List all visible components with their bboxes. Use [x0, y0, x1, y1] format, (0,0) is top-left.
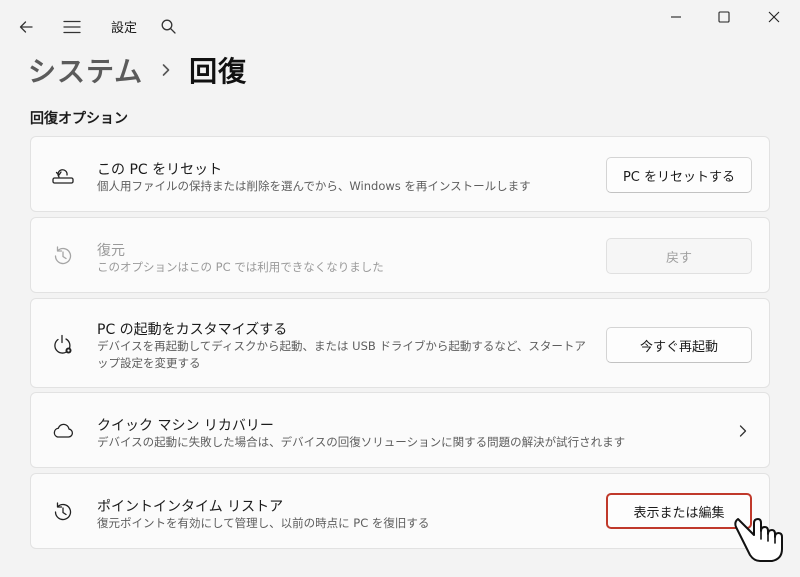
card-description: デバイスを再起動してディスクから起動、または USB ドライブから起動するなど、… — [97, 339, 586, 370]
card-title: 復元 — [97, 243, 125, 259]
card-advanced-startup: PC の起動をカスタマイズする デバイスを再起動してディスクから起動、または U… — [30, 298, 770, 388]
hand-pointer-icon — [730, 505, 790, 565]
card-point-in-time-restore: ポイントインタイム リストア 復元ポイントを有効にして管理し、以前の時点に PC… — [30, 473, 770, 549]
card-title: この PC をリセット — [97, 162, 223, 178]
hamburger-menu-icon[interactable] — [58, 13, 86, 41]
chevron-right-icon[interactable] — [731, 419, 755, 443]
card-description: 個人用ファイルの保持または削除を選んでから、Windows を再インストールしま… — [97, 179, 531, 193]
page-title: 回復 — [189, 55, 248, 88]
card-quick-machine-recovery[interactable]: クイック マシン リカバリー デバイスの起動に失敗した場合は、デバイスの回復ソリ… — [30, 392, 770, 468]
revert-button: 戻す — [606, 238, 752, 274]
power-gear-icon — [49, 331, 77, 359]
minimize-icon[interactable] — [656, 2, 696, 32]
restart-now-button[interactable]: 今すぐ再起動 — [606, 327, 752, 363]
back-arrow-icon[interactable] — [12, 13, 40, 41]
card-description: このオプションはこの PC では利用できなくなりました — [97, 260, 384, 274]
close-icon[interactable] — [754, 2, 794, 32]
card-restore: 復元 このオプションはこの PC では利用できなくなりました 戻す — [30, 217, 770, 293]
card-description: 復元ポイントを有効にして管理し、以前の時点に PC を復旧する — [97, 516, 430, 530]
app-title: 設定 — [111, 21, 138, 36]
card-title: ポイントインタイム リストア — [97, 499, 284, 515]
search-icon[interactable] — [155, 13, 181, 39]
chevron-right-icon — [143, 63, 189, 77]
reset-pc-icon — [49, 161, 77, 189]
card-title: クイック マシン リカバリー — [97, 418, 274, 434]
reset-pc-button[interactable]: PC をリセットする — [606, 157, 752, 193]
card-reset-pc: この PC をリセット 個人用ファイルの保持または削除を選んでから、Window… — [30, 136, 770, 212]
title-bar: 設定 — [0, 0, 800, 52]
section-title: 回復オプション — [30, 111, 128, 127]
maximize-icon[interactable] — [704, 2, 744, 32]
cloud-icon — [49, 417, 77, 445]
history-icon — [49, 242, 77, 270]
breadcrumb: システム 回復 — [28, 50, 247, 90]
card-title: PC の起動をカスタマイズする — [97, 322, 288, 338]
breadcrumb-parent[interactable]: システム — [28, 50, 143, 90]
card-description: デバイスの起動に失敗した場合は、デバイスの回復ソリューションに関する問題の解決が… — [97, 435, 626, 449]
restore-clock-icon — [49, 498, 77, 526]
